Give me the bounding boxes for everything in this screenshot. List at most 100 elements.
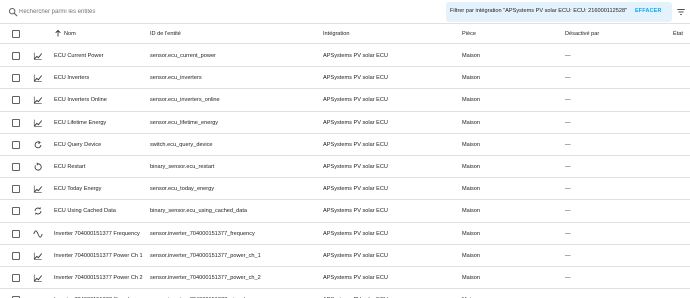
entity-integration: APSystems PV solar ECU — [323, 53, 388, 59]
table-row[interactable]: Inverter 704000151377 Power Ch 1 sensor.i… — [0, 245, 690, 267]
entity-name: ECU Current Power — [54, 53, 104, 59]
row-checkbox[interactable] — [12, 118, 20, 127]
select-all-checkbox[interactable] — [12, 30, 20, 38]
entity-area: Maison — [462, 252, 481, 259]
table-row[interactable]: Inverter 704000151377 Power Ch 2 sensor.i… — [0, 267, 690, 290]
entity-name: ECU Using Cached Data — [54, 208, 116, 215]
search-input[interactable] — [19, 5, 399, 19]
entity-id: sensor.inverter_704000151377_power_ch_1 — [150, 252, 261, 259]
entity-disabled-by: — — [565, 186, 571, 193]
entity-name: ECU Restart — [54, 164, 86, 170]
entity-integration: APSystems PV solar ECU — [323, 75, 388, 82]
entity-name: ECU Lifetime Energy — [54, 119, 107, 126]
entity-area: Maison — [462, 186, 481, 193]
chart-line-icon — [33, 119, 43, 127]
entity-disabled-by: — — [565, 53, 571, 59]
search-toolbar: Filtrer par intégration "APSystems PV so… — [0, 0, 690, 24]
entity-id: binary_sensor.ecu_restart — [150, 164, 215, 170]
chart-line-icon — [33, 52, 43, 60]
table-row[interactable]: Inverter 704000151377 Signalsensor.inver… — [0, 289, 690, 298]
entity-id: sensor.inverter_704000151377_power_ch_2 — [150, 275, 261, 281]
table-row[interactable]: ECU Restart binary_sensor.ecu_restart APSy… — [0, 156, 690, 179]
clear-filter-button[interactable]: EFFACER — [635, 8, 662, 14]
chart-line-icon — [33, 185, 43, 193]
entity-area: Maison — [462, 164, 481, 170]
row-checkbox[interactable] — [12, 52, 20, 60]
entity-disabled-by: — — [565, 252, 571, 259]
column-header-integration[interactable]: Intégration — [323, 31, 349, 37]
refresh-icon — [34, 140, 42, 149]
entity-integration: APSystems PV solar ECU — [323, 119, 388, 126]
column-header-disabled-by[interactable]: Désactivé par — [565, 31, 599, 37]
entity-id: binary_sensor.ecu_using_cached_data — [150, 208, 248, 215]
entity-area: Maison — [462, 141, 481, 148]
row-checkbox[interactable] — [12, 251, 20, 260]
entity-area: Maison — [462, 97, 481, 104]
entity-id: sensor.ecu_current_power — [150, 53, 216, 59]
entity-integration: APSystems PV solar ECU — [323, 164, 388, 170]
row-checkbox[interactable] — [12, 274, 20, 282]
chart-line-icon — [33, 97, 43, 105]
entity-disabled-by: — — [565, 75, 571, 82]
entity-id: sensor.ecu_inverters_online — [150, 97, 220, 104]
table-row[interactable]: ECU Using Cached Data binary_sensor.ecu_u… — [0, 200, 690, 223]
entity-name: Inverter 704000151377 Frequency — [54, 230, 140, 237]
entity-integration: APSystems PV solar ECU — [323, 208, 388, 215]
chart-line-icon — [33, 274, 43, 282]
entity-name: ECU Inverters — [54, 75, 90, 82]
entity-disabled-by: — — [565, 208, 571, 215]
entity-name: Inverter 704000151377 Power Ch 2 — [54, 275, 143, 281]
table-row[interactable]: ECU Inverters Online sensor.ecu_inverters… — [0, 89, 690, 112]
entity-id: sensor.ecu_lifetime_energy — [150, 119, 219, 126]
entity-id: sensor.ecu_inverters — [150, 75, 202, 82]
sort-ascending-icon[interactable] — [54, 29, 62, 38]
entity-area: Maison — [462, 275, 481, 281]
column-header-status[interactable]: État — [673, 31, 683, 37]
restart-icon — [34, 162, 42, 171]
row-checkbox[interactable] — [12, 185, 20, 194]
row-checkbox[interactable] — [12, 229, 20, 238]
entity-area: Maison — [462, 230, 481, 237]
entity-disabled-by: — — [565, 97, 571, 104]
entity-integration: APSystems PV solar ECU — [323, 141, 388, 148]
entity-name: Inverter 704000151377 Power Ch 1 — [54, 252, 143, 259]
row-checkbox[interactable] — [12, 74, 20, 83]
entity-id: sensor.inverter_704000151377_frequency — [150, 230, 255, 237]
row-checkbox[interactable] — [12, 207, 20, 216]
chart-line-icon — [33, 74, 43, 82]
entity-disabled-by: — — [565, 119, 571, 126]
entity-disabled-by: — — [565, 230, 571, 237]
column-header-area[interactable]: Pièce — [462, 31, 476, 37]
column-header-entity-id[interactable]: ID de l'entité — [150, 31, 181, 37]
filter-icon[interactable] — [676, 7, 686, 17]
table-row[interactable]: ECU Inverters sensor.ecu_inverters APSyste… — [0, 67, 690, 90]
entity-disabled-by: — — [565, 164, 571, 170]
filter-text: Filtrer par intégration "APSystems PV so… — [450, 8, 628, 14]
entity-id: switch.ecu_query_device — [150, 141, 213, 148]
search-icon — [8, 7, 18, 17]
table-row[interactable]: ECU Query Device switch.ecu_query_device A… — [0, 134, 690, 156]
table-row[interactable]: ECU Lifetime Energy sensor.ecu_lifetime_e… — [0, 112, 690, 134]
row-checkbox[interactable] — [12, 96, 20, 105]
row-checkbox[interactable] — [12, 140, 20, 149]
table-row[interactable]: ECU Today Energy sensor.ecu_today_energy A… — [0, 178, 690, 201]
entity-integration: APSystems PV solar ECU — [323, 230, 388, 237]
column-header-name[interactable]: Nom — [64, 31, 76, 37]
sine-wave-icon — [33, 230, 43, 238]
entity-area: Maison — [462, 208, 481, 215]
filter-chip: Filtrer par intégration "APSystems PV so… — [446, 2, 672, 22]
entity-integration: APSystems PV solar ECU — [323, 252, 388, 259]
entity-integration: APSystems PV solar ECU — [323, 275, 388, 281]
entity-integration: APSystems PV solar ECU — [323, 186, 388, 193]
table-row[interactable]: Inverter 704000151377 Frequency sensor.in… — [0, 223, 690, 245]
row-checkbox[interactable] — [12, 163, 20, 171]
sync-icon — [34, 207, 42, 216]
entity-area: Maison — [462, 119, 481, 126]
entity-name: ECU Today Energy — [54, 186, 102, 193]
table-row[interactable]: ECU Current Power sensor.ecu_current_powe… — [0, 45, 690, 68]
entity-id: sensor.ecu_today_energy — [150, 186, 215, 193]
entity-disabled-by: — — [565, 141, 571, 148]
entity-integration: APSystems PV solar ECU — [323, 97, 388, 104]
entity-disabled-by: — — [565, 275, 571, 281]
entity-name: ECU Query Device — [54, 141, 102, 148]
